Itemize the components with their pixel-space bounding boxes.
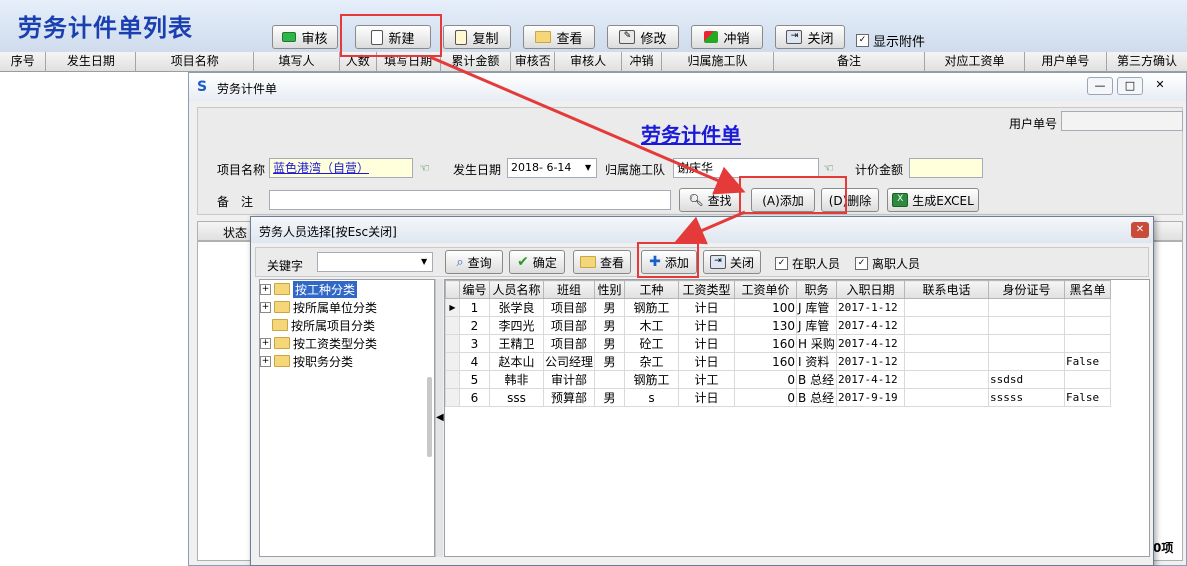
annotation-arrows — [429, 55, 746, 245]
arrow-new-to-add — [429, 55, 746, 195]
arrow-add-to-staff-add — [674, 210, 746, 245]
